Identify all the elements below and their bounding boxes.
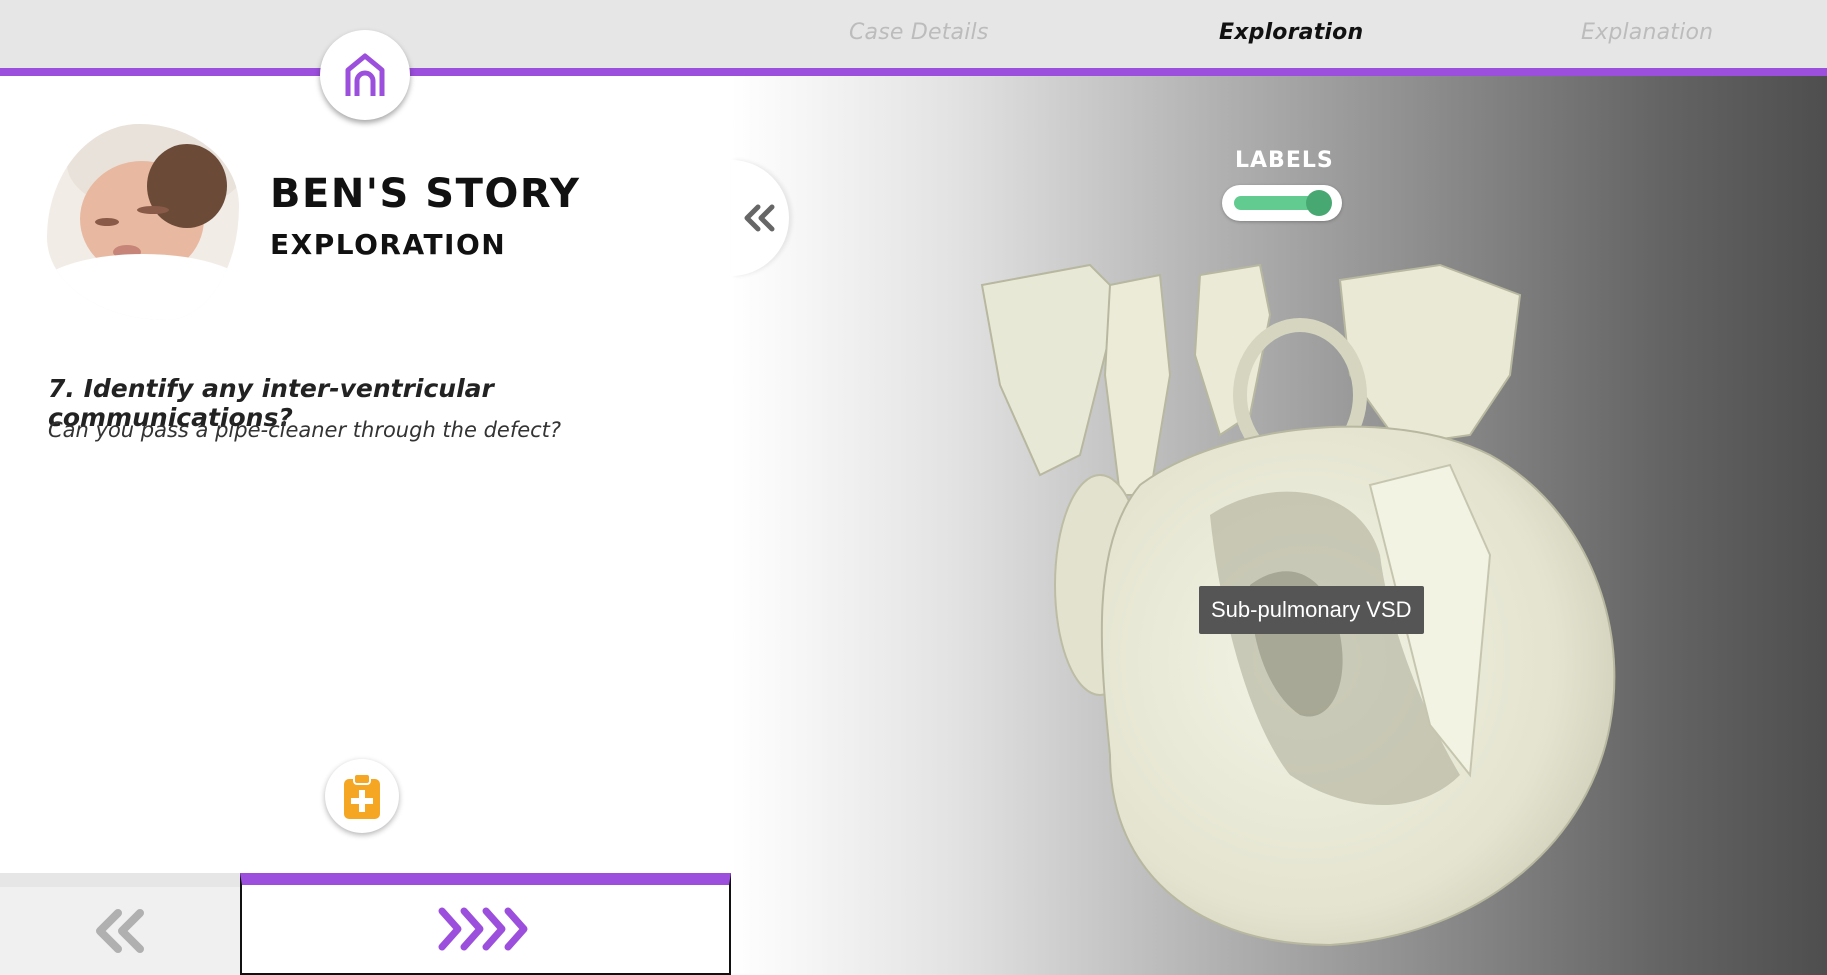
story-panel: BEN'S STORY EXPLORATION 7. Identify any … [0,76,731,975]
labels-toggle[interactable] [1222,185,1342,221]
previous-button[interactable] [0,873,240,975]
double-chevron-left-icon [744,204,775,232]
labels-toggle-title: LABELS [1235,148,1334,173]
double-chevron-left-icon [96,909,144,953]
story-subtitle: EXPLORATION [270,228,507,261]
top-nav-bar: Case Details Exploration Explanation [0,0,1827,76]
patient-avatar [47,124,239,320]
tab-case-details[interactable]: Case Details [849,20,989,45]
question-hint: Can you pass a pipe-cleaner through the … [48,418,562,442]
home-icon [345,53,385,96]
toggle-knob[interactable] [1306,190,1332,216]
case-notes-button[interactable] [325,759,399,833]
story-title: BEN'S STORY [270,171,581,217]
annotation-label[interactable]: Sub-pulmonary VSD [1199,586,1424,634]
home-button[interactable] [320,30,410,120]
clipboard-medical-icon [344,773,380,819]
tab-explanation[interactable]: Explanation [1581,20,1713,45]
next-button[interactable] [240,873,731,975]
tab-exploration[interactable]: Exploration [1219,20,1363,45]
quad-chevron-right-icon [438,907,527,951]
